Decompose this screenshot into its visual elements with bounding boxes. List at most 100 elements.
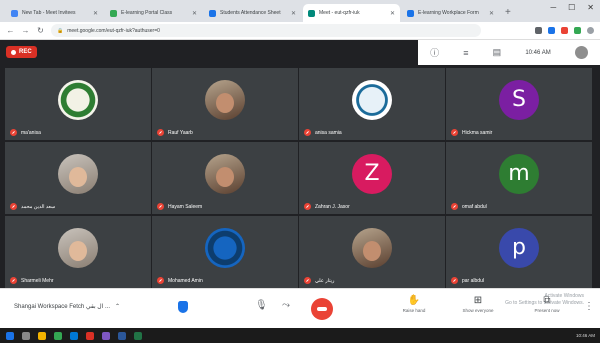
self-avatar[interactable] [574,46,588,59]
participant-logo-icon [58,79,98,120]
participant-name-bar: Hayam Saleem [157,203,202,210]
avatar-initial: m [508,161,530,187]
mic-muted-icon [10,277,17,284]
tab-close-icon[interactable]: ✕ [192,10,197,17]
system-clock[interactable]: 10:46 AM [576,333,595,338]
participant-tile[interactable]: Rauf Yaarb [152,68,298,140]
tab-close-icon[interactable]: ✕ [390,10,395,17]
tab-close-icon[interactable]: ✕ [291,10,296,17]
show-everyone-button[interactable]: ⊞ Show everyone [448,295,508,313]
participant-tile[interactable]: S Hickma samir [446,68,592,140]
minimize-icon[interactable]: ─ [550,3,556,12]
app-icon[interactable] [102,331,110,340]
participant-name-bar: omaf abdul [451,203,487,210]
participant-name-bar: Hickma samir [451,129,492,136]
participant-name: Mohamed Amin [168,277,203,284]
tab-title: E-learning Portal Class [121,10,173,16]
participant-tile[interactable]: ma'anisa [5,68,151,140]
new-tab-button[interactable]: + [505,7,511,18]
browser-tab[interactable]: Meet - eut-qzfr-iuk ✕ [303,4,400,22]
close-window-icon[interactable]: ✕ [587,3,594,12]
browser-tab[interactable]: Students Attendance Sheet ✕ [204,4,301,22]
participant-avatar [58,227,98,268]
participant-tile[interactable]: anisa samia [299,68,445,140]
participant-name: omaf abdul [462,203,487,210]
hand-icon: ✋ [407,295,421,306]
participant-name-bar: par albdul [451,277,484,284]
tab-favicon-icon [407,9,414,17]
file-explorer-icon[interactable] [38,331,46,340]
participant-tile[interactable]: Hayam Saleem [152,142,298,214]
participant-logo-icon [352,79,392,120]
chrome-icon[interactable] [54,331,62,340]
chat-icon[interactable]: ▤ [493,47,502,58]
participant-tile[interactable]: Mohamed Amin [152,216,298,288]
participant-tile[interactable]: Z Zahran J. Jasor [299,142,445,214]
raise-hand-label: Raise hand [402,308,426,313]
edge-icon[interactable] [70,331,78,340]
meeting-details[interactable]: Shangai Workspace Fetch ال بقي ... ⌃ [14,303,120,310]
back-icon[interactable]: ← [6,26,15,35]
app-icon[interactable] [86,331,94,340]
participant-tile[interactable]: m omaf abdul [446,142,592,214]
tab-close-icon[interactable]: ✕ [489,10,494,17]
host-controls-shield-icon[interactable] [178,301,188,313]
participant-name: Sharmeli Mehr [21,277,54,284]
participant-name: سعد الدين محمد [21,203,56,210]
windows-taskbar: 10:46 AM [0,328,600,343]
participant-tile[interactable]: ريتار علي [299,216,445,288]
maximize-icon[interactable]: ☐ [568,3,575,12]
tab-title: New Tab - Meet Invitees [22,10,76,16]
participant-name-bar: anisa samia [304,129,342,136]
participant-name-bar: Mohamed Amin [157,277,203,284]
mic-muted-icon [451,129,458,136]
browser-tab[interactable]: E-learning Portal Class ✕ [105,4,202,22]
extension-icon[interactable] [548,27,555,34]
word-icon[interactable] [118,331,126,340]
profile-photo [69,240,87,261]
extension-icon[interactable] [535,27,542,34]
profile-avatar[interactable] [587,27,594,34]
meet-top-bar: REC ⓘ ≡ ▤ 10:46 AM [0,40,600,65]
participant-name: Hayam Saleem [168,203,203,210]
tab-title: Meet - eut-qzfr-iuk [319,10,360,16]
url-text: meet.google.com/eut-qzfr-iuk?authuser=0 [67,27,160,34]
participant-tile[interactable]: Sharmeli Mehr [5,216,151,288]
participant-name: Hickma samir [462,129,493,136]
start-icon[interactable] [6,331,14,340]
tab-title: Students Attendance Sheet [220,10,281,16]
browser-tab[interactable]: New Tab - Meet Invitees ✕ [6,4,103,22]
extension-icon[interactable] [574,27,581,34]
participant-logo-icon [205,227,245,268]
participant-name-bar: ريتار علي [304,277,334,284]
chevron-up-icon: ⌃ [115,304,121,310]
participant-name-bar: Sharmeli Mehr [10,277,54,284]
url-input[interactable]: 🔒 meet.google.com/eut-qzfr-iuk?authuser=… [51,24,481,37]
recording-badge: REC [6,46,37,58]
participant-name: anisa samia [315,129,342,136]
browser-tab[interactable]: E-learning Workplace Form ✕ [402,4,499,22]
more-options-icon[interactable]: ⋮ [584,301,594,312]
extension-icon[interactable] [561,27,568,34]
tab-close-icon[interactable]: ✕ [93,10,98,17]
reload-icon[interactable]: ↻ [36,26,45,35]
excel-icon[interactable] [134,331,142,340]
microphone-icon[interactable]: 🎙 [255,300,268,311]
present-now-label: Present now [534,308,560,313]
participant-name: Rauf Yaarb [168,129,193,136]
show-everyone-label: Show everyone [462,308,494,313]
hang-up-button[interactable] [311,298,333,320]
forward-icon[interactable]: → [21,26,30,35]
info-icon[interactable]: ⓘ [430,46,439,59]
mic-muted-icon [304,129,311,136]
raise-hand-button[interactable]: ✋ Raise hand [384,295,444,313]
people-icon[interactable]: ≡ [463,48,468,58]
camera-off-icon[interactable]: ⤳ [282,300,290,311]
profile-photo [363,240,381,261]
profile-photo [216,166,234,187]
participant-tile[interactable]: p par albdul [446,216,592,288]
avatar-initial: Z [364,161,380,187]
participant-tile[interactable]: سعد الدين محمد [5,142,151,214]
search-icon[interactable] [22,331,30,340]
participant-avatar: m [499,153,539,194]
